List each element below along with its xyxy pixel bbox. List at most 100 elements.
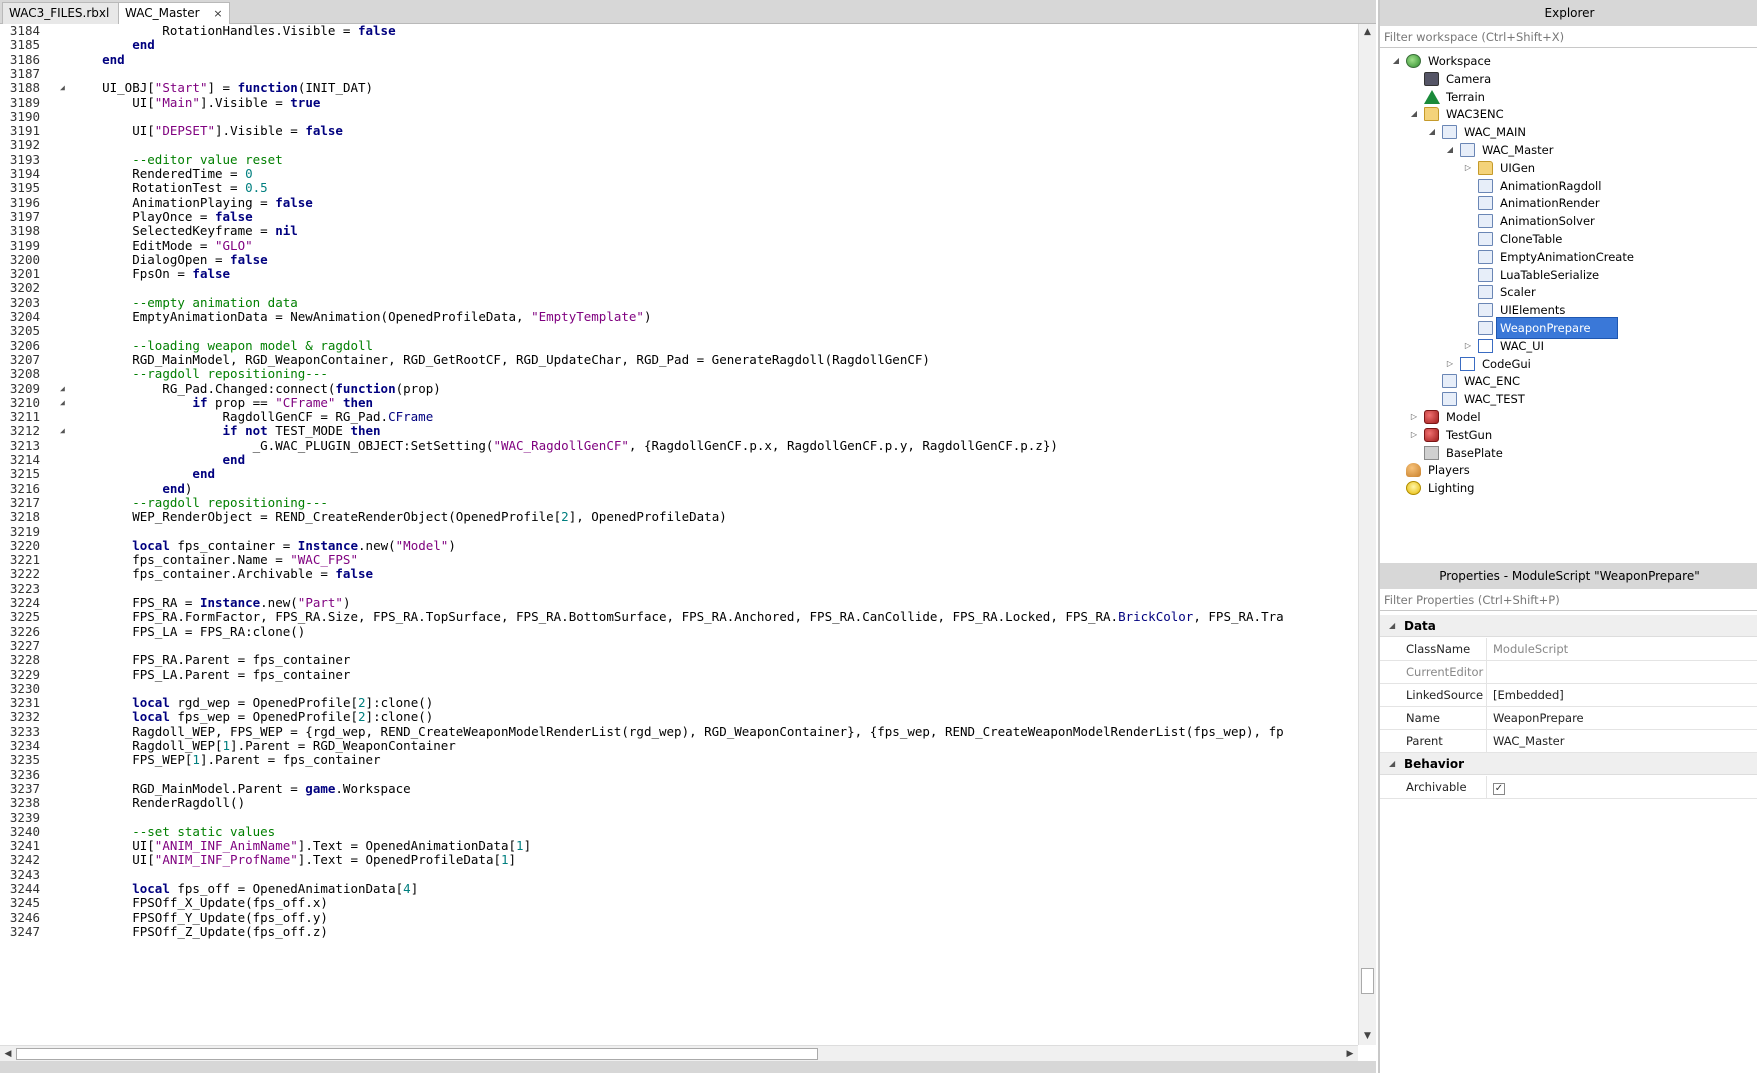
code-line[interactable]: 3206 --loading weapon model & ragdoll — [0, 338, 1358, 353]
tree-item-lighting[interactable]: Lighting — [1380, 478, 1757, 498]
code-line[interactable]: 3210 ◢ if prop == "CFrame" then — [0, 395, 1358, 410]
scroll-up-icon[interactable]: ▲ — [1359, 24, 1376, 40]
triangle-expanded-icon[interactable]: ◢ — [1389, 753, 1395, 775]
code-line[interactable]: 3224 FPS_RA = Instance.new("Part") — [0, 595, 1358, 610]
property-row-currenteditor[interactable]: CurrentEditor — [1380, 661, 1757, 684]
code-line[interactable]: 3243 — [0, 867, 1358, 882]
code-line[interactable]: 3201 FpsOn = false — [0, 266, 1358, 281]
code-line[interactable]: 3209 ◢ RG_Pad.Changed:connect(function(pr… — [0, 381, 1358, 396]
code-line[interactable]: 3240 --set static values — [0, 824, 1358, 839]
property-row-name[interactable]: Name WeaponPrepare — [1380, 707, 1757, 730]
code-line[interactable]: 3237 RGD_MainModel.Parent = game.Workspa… — [0, 781, 1358, 796]
code-line[interactable]: 3190 — [0, 109, 1358, 124]
code-line[interactable]: 3192 — [0, 138, 1358, 153]
vertical-scrollbar[interactable]: ▲ ▼ — [1358, 24, 1376, 1045]
code-line[interactable]: 3223 — [0, 581, 1358, 596]
code-line[interactable]: 3245 FPSOff_X_Update(fps_off.x) — [0, 895, 1358, 910]
property-value[interactable]: [Embedded] — [1486, 684, 1757, 706]
code-line[interactable]: 3241 UI["ANIM_INF_AnimName"].Text = Open… — [0, 838, 1358, 853]
property-value[interactable]: ModuleScript — [1486, 638, 1757, 660]
code-line[interactable]: 3198 SelectedKeyframe = nil — [0, 223, 1358, 238]
code-line[interactable]: 3212 ◢ if not TEST_MODE then — [0, 424, 1358, 439]
property-category-behavior[interactable]: ◢ Behavior — [1380, 753, 1757, 775]
code-line[interactable]: 3226 FPS_LA = FPS_RA:clone() — [0, 624, 1358, 639]
triangle-expanded-icon[interactable]: ◢ — [1389, 615, 1395, 637]
code-line[interactable]: 3193 --editor value reset — [0, 152, 1358, 167]
code-line[interactable]: 3191 UI["DEPSET"].Visible = false — [0, 123, 1358, 138]
property-row-archivable[interactable]: Archivable ✓ — [1380, 776, 1757, 799]
property-category-data[interactable]: ◢ Data — [1380, 615, 1757, 637]
code-line[interactable]: 3218 WEP_RenderObject = REND_CreateRende… — [0, 509, 1358, 524]
code-line[interactable]: 3235 FPS_WEP[1].Parent = fps_container — [0, 752, 1358, 767]
code-line[interactable]: 3221 fps_container.Name = "WAC_FPS" — [0, 552, 1358, 567]
code-line[interactable]: 3186 end — [0, 52, 1358, 67]
code-line[interactable]: 3219 — [0, 524, 1358, 539]
fold-marker-icon[interactable]: ◢ — [60, 81, 70, 95]
code-line[interactable]: 3185 end — [0, 37, 1358, 52]
property-checkbox[interactable]: ✓ — [1486, 776, 1757, 798]
code-line[interactable]: 3188 ◢ UI_OBJ["Start"] = function(INIT_DA… — [0, 80, 1358, 95]
code-line[interactable]: 3239 — [0, 810, 1358, 825]
tab-wac-master[interactable]: WAC_Master × — [118, 2, 230, 24]
fold-marker-icon[interactable]: ◢ — [60, 382, 70, 396]
code-line[interactable]: 3200 DialogOpen = false — [0, 252, 1358, 267]
code-line[interactable]: 3199 EditMode = "GLO" — [0, 238, 1358, 253]
code-line[interactable]: 3242 UI["ANIM_INF_ProfName"].Text = Open… — [0, 853, 1358, 868]
code-line[interactable]: 3229 FPS_LA.Parent = fps_container — [0, 667, 1358, 682]
code-line[interactable]: 3189 UI["Main"].Visible = true — [0, 95, 1358, 110]
property-row-linkedsource[interactable]: LinkedSource [Embedded] — [1380, 684, 1757, 707]
code-line[interactable]: 3204 EmptyAnimationData = NewAnimation(O… — [0, 309, 1358, 324]
scroll-down-icon[interactable]: ▼ — [1359, 1028, 1376, 1044]
horizontal-scroll-thumb[interactable] — [16, 1048, 818, 1060]
code-line[interactable]: 3213 _G.WAC_PLUGIN_OBJECT:SetSetting("WA… — [0, 438, 1358, 453]
explorer-filter-input[interactable]: Filter workspace (Ctrl+Shift+X) — [1380, 26, 1757, 48]
code-line[interactable]: 3232 local fps_wep = OpenedProfile[2]:cl… — [0, 710, 1358, 725]
code-line[interactable]: 3246 FPSOff_Y_Update(fps_off.y) — [0, 910, 1358, 925]
code-editor[interactable]: 3184 RotationHandles.Visible = false 3185… — [0, 24, 1358, 1045]
code-line[interactable]: 3231 local rgd_wep = OpenedProfile[2]:cl… — [0, 695, 1358, 710]
code-line[interactable]: 3238 RenderRagdoll() — [0, 795, 1358, 810]
code-line[interactable]: 3225 FPS_RA.FormFactor, FPS_RA.Size, FPS… — [0, 609, 1358, 624]
code-line[interactable]: 3227 — [0, 638, 1358, 653]
checkmark-icon[interactable]: ✓ — [1493, 783, 1505, 795]
code-line[interactable]: 3184 RotationHandles.Visible = false — [0, 24, 1358, 38]
code-line[interactable]: 3194 RenderedTime = 0 — [0, 166, 1358, 181]
fold-marker-icon[interactable]: ◢ — [60, 396, 70, 410]
code-line[interactable]: 3187 — [0, 66, 1358, 81]
code-line[interactable]: 3247 FPSOff_Z_Update(fps_off.z) — [0, 923, 1358, 939]
code-line[interactable]: 3216 end) — [0, 481, 1358, 496]
horizontal-scrollbar[interactable]: ◀ ▶ — [0, 1045, 1358, 1061]
code-line[interactable]: 3196 AnimationPlaying = false — [0, 195, 1358, 210]
code-line[interactable]: 3208 --ragdoll repositioning--- — [0, 366, 1358, 381]
code-line[interactable]: 3203 --empty animation data — [0, 295, 1358, 310]
code-line[interactable]: 3217 --ragdoll repositioning--- — [0, 495, 1358, 510]
scroll-right-icon[interactable]: ▶ — [1342, 1046, 1358, 1062]
scroll-left-icon[interactable]: ◀ — [0, 1046, 16, 1062]
code-line[interactable]: 3214 end — [0, 452, 1358, 467]
code-line[interactable]: 3207 RGD_MainModel, RGD_WeaponContainer,… — [0, 352, 1358, 367]
code-line[interactable]: 3236 — [0, 767, 1358, 782]
code-line[interactable]: 3195 RotationTest = 0.5 — [0, 180, 1358, 195]
vertical-scroll-thumb[interactable] — [1361, 968, 1374, 994]
code-line[interactable]: 3222 fps_container.Archivable = false — [0, 567, 1358, 582]
code-line[interactable]: 3202 — [0, 281, 1358, 296]
property-value[interactable]: WAC_Master — [1486, 730, 1757, 752]
property-row-classname[interactable]: ClassName ModuleScript — [1380, 638, 1757, 661]
code-line[interactable]: 3233 Ragdoll_WEP, FPS_WEP = {rgd_wep, RE… — [0, 724, 1358, 739]
code-line[interactable]: 3230 — [0, 681, 1358, 696]
code-line[interactable]: 3234 Ragdoll_WEP[1].Parent = RGD_WeaponC… — [0, 738, 1358, 753]
close-icon[interactable]: × — [213, 7, 222, 20]
code-line[interactable]: 3205 — [0, 323, 1358, 338]
code-line[interactable]: 3244 local fps_off = OpenedAnimationData… — [0, 881, 1358, 896]
property-value[interactable] — [1486, 661, 1757, 683]
fold-marker-icon[interactable]: ◢ — [60, 424, 70, 438]
code-line[interactable]: 3197 PlayOnce = false — [0, 209, 1358, 224]
code-text: FPSOff_Z_Update(fps_off.z) — [72, 923, 328, 939]
code-line[interactable]: 3228 FPS_RA.Parent = fps_container — [0, 652, 1358, 667]
code-line[interactable]: 3215 end — [0, 466, 1358, 481]
properties-filter-input[interactable]: Filter Properties (Ctrl+Shift+P) — [1380, 589, 1757, 611]
code-line[interactable]: 3211 RagdollGenCF = RG_Pad.CFrame — [0, 409, 1358, 424]
property-row-parent[interactable]: Parent WAC_Master — [1380, 730, 1757, 753]
property-value[interactable]: WeaponPrepare — [1486, 707, 1757, 729]
code-line[interactable]: 3220 local fps_container = Instance.new(… — [0, 538, 1358, 553]
